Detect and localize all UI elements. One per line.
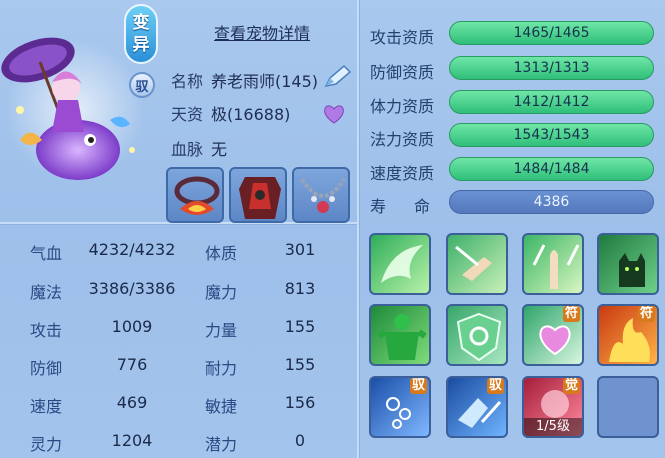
equipment-slot-armor[interactable] — [229, 167, 287, 223]
attack-aptitude-label: 攻击资质 — [370, 28, 435, 47]
skill-talisman-tag: 符 — [562, 306, 580, 322]
speed-aptitude-bar: 1484/1484 — [449, 157, 654, 181]
speed-aptitude-label: 速度资质 — [370, 164, 435, 183]
variant-badge: 变 异 — [124, 4, 158, 64]
edit-name-icon[interactable] — [322, 64, 352, 90]
stat-spirit-label: 灵力 — [30, 435, 63, 454]
bloodline-value: 无 — [211, 140, 228, 159]
skill-palm-icon[interactable] — [522, 233, 584, 295]
bloodline-label: 血脉 — [171, 140, 204, 159]
stat-constitution-label: 体质 — [205, 244, 238, 263]
name-label: 名称 — [171, 72, 204, 91]
stat-hp-value: 4232/4232 — [88, 240, 176, 259]
stat-defense-value: 776 — [116, 355, 148, 374]
skill-hand-strike-icon[interactable] — [446, 233, 508, 295]
stat-hp-label: 气血 — [30, 244, 63, 263]
stat-endurance-value: 155 — [284, 355, 316, 374]
skill-level-label: 1/5级 — [524, 418, 582, 436]
stat-attack-value: 1009 — [111, 317, 153, 336]
stat-strength-label: 力量 — [205, 321, 238, 340]
skill-shield-icon[interactable] — [446, 304, 508, 366]
bloodline-row: 血脉 无 — [171, 136, 227, 160]
equipment-slot-bracelet[interactable] — [166, 167, 224, 223]
stat-agility-label: 敏捷 — [205, 397, 238, 416]
skill-wing-icon[interactable] — [369, 233, 431, 295]
magic-aptitude-label: 法力资质 — [370, 130, 435, 149]
variant-char-1: 变 — [132, 13, 150, 33]
skill-cat-icon[interactable] — [597, 233, 659, 295]
stamina-aptitude-bar: 1412/1412 — [449, 90, 654, 114]
stat-mp-value: 3386/3386 — [88, 279, 176, 298]
view-pet-details-link[interactable]: 查看宠物详情 — [214, 20, 310, 44]
stat-speed-label: 速度 — [30, 397, 63, 416]
pet-name-row: 名称 养老雨师(145) — [171, 68, 318, 92]
stat-potential-value: 0 — [294, 431, 306, 450]
stat-magic-value: 813 — [284, 279, 316, 298]
skill-awaken-tag: 觉 — [562, 378, 580, 394]
variant-char-2: 异 — [132, 35, 150, 55]
skill-empty-slot[interactable] — [597, 376, 659, 438]
stat-constitution-value: 301 — [284, 240, 316, 259]
skill-ride-tag: 驭 — [486, 378, 504, 394]
name-value: 养老雨师(145) — [211, 72, 319, 91]
stat-defense-label: 防御 — [30, 359, 63, 378]
defense-aptitude-label: 防御资质 — [370, 63, 435, 82]
stat-mp-label: 魔法 — [30, 283, 63, 302]
stat-strength-value: 155 — [284, 317, 316, 336]
stat-agility-value: 156 — [284, 393, 316, 412]
skill-bubbles-icon[interactable]: 驭 — [369, 376, 431, 438]
stat-magic-label: 魔力 — [205, 283, 238, 302]
lifespan-label: 寿 命 — [370, 197, 437, 216]
defense-aptitude-bar: 1313/1313 — [449, 56, 654, 80]
skill-ice-icon[interactable]: 驭 — [446, 376, 508, 438]
skill-fire-icon[interactable]: 符 — [597, 304, 659, 366]
stat-speed-value: 469 — [116, 393, 148, 412]
stat-endurance-label: 耐力 — [205, 359, 238, 378]
vertical-divider — [357, 0, 359, 458]
stamina-aptitude-label: 体力资质 — [370, 97, 435, 116]
skill-talisman-tag: 符 — [637, 306, 655, 322]
lifespan-bar: 4386 — [449, 190, 654, 214]
heart-icon — [323, 104, 345, 124]
skill-ride-tag: 驭 — [409, 378, 427, 394]
skill-strongman-icon[interactable] — [369, 304, 431, 366]
aptitude-value: 极(16688) — [211, 105, 291, 124]
aptitude-label: 天资 — [171, 105, 204, 124]
stat-potential-label: 潜力 — [205, 435, 238, 454]
attack-aptitude-bar: 1465/1465 — [449, 21, 654, 45]
equipment-slot-necklace[interactable] — [292, 167, 350, 223]
skill-heart-icon[interactable]: 符 — [522, 304, 584, 366]
skill-awaken-icon[interactable]: 觉 1/5级 — [522, 376, 584, 438]
aptitude-row: 天资 极(16688) — [171, 101, 290, 125]
stat-spirit-value: 1204 — [111, 431, 153, 450]
ride-badge: 驭 — [129, 72, 155, 98]
stat-attack-label: 攻击 — [30, 321, 63, 340]
magic-aptitude-bar: 1543/1543 — [449, 123, 654, 147]
